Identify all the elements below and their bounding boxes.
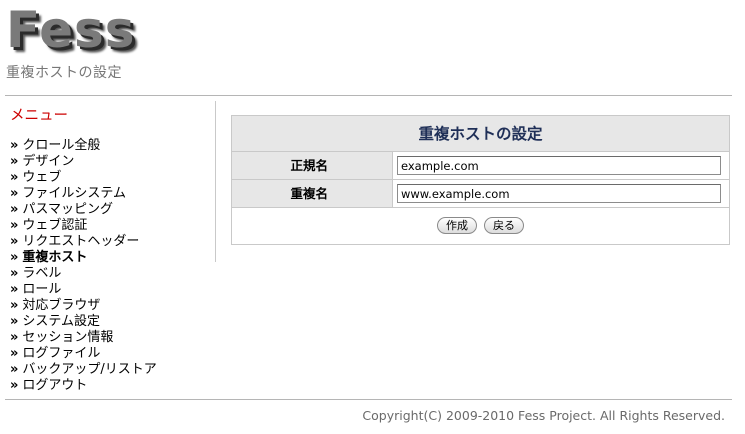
- sidebar-item[interactable]: » ラベル: [10, 266, 215, 282]
- sidebar-item-label: 重複ホスト: [22, 250, 88, 265]
- sidebar-item[interactable]: » リクエストヘッダー: [10, 234, 215, 250]
- copyright: Copyright(C) 2009-2010 Fess Project. All…: [362, 408, 725, 423]
- duplicate-name-input[interactable]: [397, 184, 721, 203]
- sidebar-item[interactable]: » ウェブ認証: [10, 218, 215, 234]
- duplicate-name-row: 重複名: [232, 180, 729, 208]
- sidebar-item[interactable]: » 重複ホスト: [10, 250, 215, 266]
- back-button[interactable]: 戻る: [484, 217, 525, 234]
- page-subtitle: 重複ホストの設定: [6, 65, 122, 81]
- sidebar-item[interactable]: » ログアウト: [10, 378, 215, 394]
- sidebar-item[interactable]: » ログファイル: [10, 346, 215, 362]
- logo-text: Fess: [6, 1, 136, 59]
- form-buttons: 作成 戻る: [232, 217, 729, 236]
- sidebar-item[interactable]: » ロール: [10, 282, 215, 298]
- sidebar-item[interactable]: » 対応ブラウザ: [10, 298, 215, 314]
- menu-bullet: »: [10, 234, 19, 249]
- sidebar: メニュー » クロール全般» デザイン» ウェブ» ファイルシステム» パスマッピング» ウ…: [10, 106, 215, 394]
- sidebar-item-label: ファイルシステム: [22, 186, 127, 201]
- sidebar-item-label: ウェブ: [22, 170, 62, 185]
- sidebar-item-label: クロール全般: [22, 138, 101, 153]
- menu-bullet: »: [10, 266, 19, 281]
- sidebar-divider: [215, 101, 216, 262]
- menu-bullet: »: [10, 218, 19, 233]
- menu-title: メニュー: [10, 108, 68, 124]
- sidebar-item[interactable]: » デザイン: [10, 154, 215, 170]
- menu-bullet: »: [10, 138, 19, 153]
- menu-bullet: »: [10, 298, 19, 313]
- sidebar-item-label: ログファイル: [22, 346, 101, 361]
- menu-bullet: »: [10, 378, 19, 393]
- menu-bullet: »: [10, 154, 19, 169]
- menu-bullet: »: [10, 250, 19, 265]
- sidebar-item[interactable]: » パスマッピング: [10, 202, 215, 218]
- sidebar-item[interactable]: » バックアップ/リストア: [10, 362, 215, 378]
- create-button[interactable]: 作成: [436, 217, 477, 234]
- regular-name-cell: [393, 152, 729, 179]
- sidebar-item[interactable]: » ファイルシステム: [10, 186, 215, 202]
- menu-bullet: »: [10, 282, 19, 297]
- menu-bullet: »: [10, 362, 19, 377]
- regular-name-input[interactable]: [397, 156, 721, 175]
- duplicate-name-label: 重複名: [232, 180, 393, 207]
- regular-name-row: 正規名: [232, 152, 729, 180]
- sidebar-item-label: パスマッピング: [22, 202, 114, 217]
- menu-list: » クロール全般» デザイン» ウェブ» ファイルシステム» パスマッピング» ウェブ認証»…: [10, 138, 215, 394]
- sidebar-item-label: ログアウト: [22, 378, 88, 393]
- sidebar-item[interactable]: » システム設定: [10, 314, 215, 330]
- footer-divider: [5, 399, 732, 400]
- header-divider: [5, 95, 732, 96]
- menu-bullet: »: [10, 314, 19, 329]
- menu-bullet: »: [10, 330, 19, 345]
- menu-bullet: »: [10, 170, 19, 185]
- header: Fess 重複ホストの設定: [0, 0, 745, 96]
- sidebar-item[interactable]: » ウェブ: [10, 170, 215, 186]
- sidebar-item-label: バックアップ/リストア: [22, 362, 157, 377]
- sidebar-item-label: セッション情報: [22, 330, 114, 345]
- regular-name-label: 正規名: [232, 152, 393, 179]
- sidebar-item[interactable]: » セッション情報: [10, 330, 215, 346]
- form-title: 重複ホストの設定: [232, 116, 729, 152]
- sidebar-item-label: システム設定: [22, 314, 101, 329]
- sidebar-item-label: 対応ブラウザ: [22, 298, 101, 313]
- sidebar-item-label: ロール: [22, 282, 62, 297]
- sidebar-item-label: ラベル: [22, 266, 62, 281]
- menu-bullet: »: [10, 202, 19, 217]
- sidebar-item-label: リクエストヘッダー: [22, 234, 140, 249]
- duplicate-name-cell: [393, 180, 729, 207]
- sidebar-item-label: ウェブ認証: [22, 218, 88, 233]
- fess-logo[interactable]: Fess: [6, 2, 156, 58]
- sidebar-item[interactable]: » クロール全般: [10, 138, 215, 154]
- menu-bullet: »: [10, 346, 19, 361]
- menu-bullet: »: [10, 186, 19, 201]
- sidebar-item-label: デザイン: [22, 154, 75, 169]
- duplicate-host-form: 重複ホストの設定 正規名 重複名 作成 戻る: [231, 115, 730, 245]
